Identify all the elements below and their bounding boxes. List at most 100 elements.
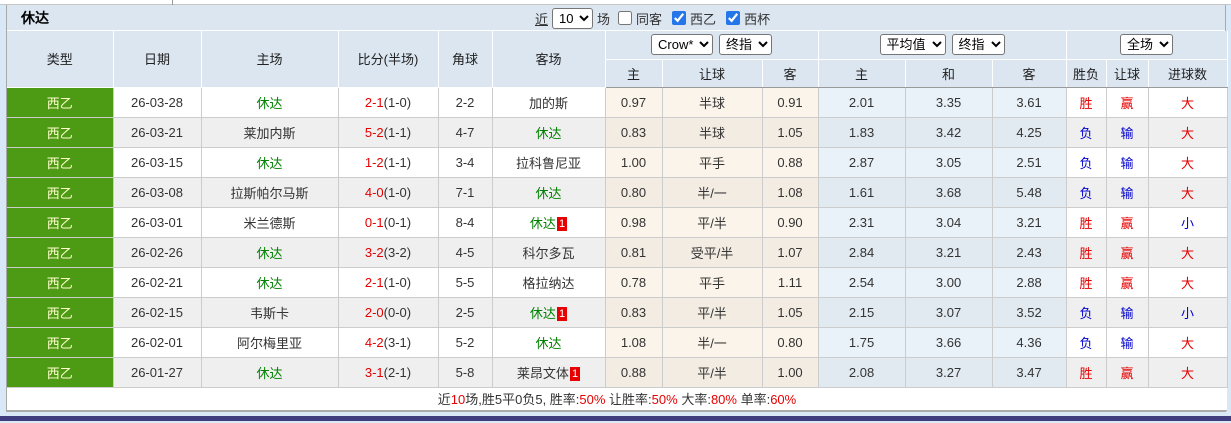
result-handicap: 输	[1106, 297, 1149, 328]
odds-source-row: 类型 日期 主场 比分(半场) 角球 客场 Crow* 终指 平均值 终指 全场	[7, 31, 1228, 88]
team-name[interactable]: 科尔多瓦	[522, 246, 574, 261]
home-team-cell[interactable]: 休达	[201, 267, 339, 298]
team-name[interactable]: 休达	[535, 186, 561, 201]
handicap-home-odds: 1.08	[605, 327, 663, 358]
handicap-line: 半球	[662, 87, 763, 118]
score-cell: 4-2(3-1)	[338, 327, 439, 358]
away-team-cell[interactable]: 休达	[492, 327, 606, 358]
away-team-cell[interactable]: 休达	[492, 177, 606, 208]
handicap-line: 平/半	[662, 297, 763, 328]
avg-home-odds: 2.31	[818, 207, 906, 238]
avg-home-odds: 2.84	[818, 237, 906, 268]
away-team-cell[interactable]: 休达 1	[492, 207, 606, 238]
fulltime-score: 4-2	[364, 334, 384, 350]
summary-stat-value: 10	[450, 392, 466, 407]
home-team-cell[interactable]: 休达	[201, 147, 339, 178]
date-cell: 26-02-21	[113, 267, 202, 298]
bookmaker-stage-select[interactable]: 终指	[719, 34, 773, 56]
score-cell: 4-0(1-0)	[338, 177, 439, 208]
matches-label: 场	[597, 11, 611, 27]
away-team-cell[interactable]: 休达	[492, 117, 606, 148]
summary-stat-value: 80%	[710, 392, 737, 407]
team-name[interactable]: 韦斯卡	[250, 306, 289, 321]
league-cell: 西乙	[7, 267, 114, 298]
summary-stat-label: 场,胜5平0负5, 胜率:	[465, 392, 580, 407]
team-name[interactable]: 休达	[256, 246, 282, 261]
col-header-let-line: 让球	[662, 59, 763, 88]
bottom-divider-bar	[0, 415, 1231, 421]
result-handicap: 赢	[1106, 87, 1149, 118]
team-name[interactable]: 莱昂文体	[517, 366, 569, 381]
home-team-cell[interactable]: 莱加内斯	[201, 117, 339, 148]
team-name[interactable]: 阿尔梅里亚	[237, 336, 302, 351]
home-team-cell[interactable]: 米兰德斯	[201, 207, 339, 238]
home-team-cell[interactable]: 韦斯卡	[201, 297, 339, 328]
result-goals: 小	[1148, 207, 1228, 238]
score-cell: 2-1(1-0)	[338, 267, 439, 298]
col-header-handicap-result: 让球	[1106, 59, 1149, 88]
avg-away-odds: 2.43	[992, 237, 1067, 268]
col-header-winloss: 胜负	[1066, 59, 1107, 88]
avg-draw-odds: 3.04	[905, 207, 993, 238]
team-name[interactable]: 格拉纳达	[522, 276, 574, 291]
team-name[interactable]: 米兰德斯	[243, 216, 295, 231]
result-winloss: 胜	[1066, 237, 1107, 268]
team-name[interactable]: 休达	[256, 156, 282, 171]
result-handicap: 赢	[1106, 357, 1149, 388]
team-name[interactable]: 休达	[535, 336, 561, 351]
team-name[interactable]: 莱加内斯	[243, 126, 295, 141]
corner-cell: 4-5	[438, 237, 493, 268]
handicap-line: 受平/半	[662, 237, 763, 268]
home-team-cell[interactable]: 阿尔梅里亚	[201, 327, 339, 358]
team-name[interactable]: 休达	[535, 126, 561, 141]
team-name[interactable]: 休达	[530, 216, 556, 231]
average-odds-select[interactable]: 平均值	[879, 34, 946, 56]
avg-home-odds: 2.54	[818, 267, 906, 298]
filter-checkbox-0[interactable]	[618, 11, 633, 25]
home-team-cell[interactable]: 休达	[201, 357, 339, 388]
home-team-cell[interactable]: 拉斯帕尔马斯	[201, 177, 339, 208]
summary-text: 近10场,胜5平0负5, 胜率:50% 让胜率:50% 大率:80% 单率:60…	[7, 387, 1228, 411]
bookmaker-select[interactable]: Crow*	[651, 34, 714, 56]
away-team-cell[interactable]: 加的斯	[492, 87, 606, 118]
team-name[interactable]: 休达	[256, 276, 282, 291]
recent-count-select[interactable]: 10	[552, 7, 594, 29]
team-name[interactable]: 休达	[530, 306, 556, 321]
result-winloss: 负	[1066, 177, 1107, 208]
away-team-cell[interactable]: 科尔多瓦	[492, 237, 606, 268]
fulltime-score: 3-2	[364, 244, 384, 260]
corner-cell: 2-2	[438, 87, 493, 118]
summary-stat-value: 60%	[770, 392, 797, 407]
team-name[interactable]: 加的斯	[529, 96, 568, 111]
away-team-cell[interactable]: 莱昂文体 1	[492, 357, 606, 388]
result-handicap: 赢	[1106, 207, 1149, 238]
away-team-cell[interactable]: 格拉纳达	[492, 267, 606, 298]
corner-cell: 3-4	[438, 147, 493, 178]
fulltime-score: 0-1	[364, 214, 384, 230]
recent-link[interactable]: 近	[535, 9, 548, 28]
col-header-score: 比分(半场)	[338, 31, 439, 88]
home-team-cell[interactable]: 休达	[201, 237, 339, 268]
team-name[interactable]: 拉科鲁尼亚	[516, 156, 581, 171]
date-cell: 26-02-15	[113, 297, 202, 328]
team-name[interactable]: 休达	[256, 96, 282, 111]
filter-checkbox-1[interactable]	[672, 11, 687, 25]
average-stage-select[interactable]: 终指	[951, 34, 1005, 56]
fulltime-score: 1-2	[364, 154, 384, 170]
result-goals: 大	[1148, 87, 1228, 118]
away-team-cell[interactable]: 拉科鲁尼亚	[492, 147, 606, 178]
match-scope-select[interactable]: 全场	[1120, 34, 1174, 56]
handicap-line: 半球	[662, 117, 763, 148]
team-name[interactable]: 拉斯帕尔马斯	[230, 186, 308, 201]
handicap-away-odds: 1.05	[762, 297, 819, 328]
col-header-corner: 角球	[438, 31, 493, 88]
away-team-cell[interactable]: 休达 1	[492, 297, 606, 328]
home-team-cell[interactable]: 休达	[201, 87, 339, 118]
match-row: 西乙 26-03-28 休达 2-1(1-0) 2-2 加的斯 0.97 半球 …	[7, 87, 1228, 118]
result-winloss: 胜	[1066, 267, 1107, 298]
team-name[interactable]: 休达	[256, 366, 282, 381]
corner-cell: 5-2	[438, 327, 493, 358]
handicap-line: 平/半	[662, 357, 763, 388]
filter-checkbox-2[interactable]	[726, 11, 741, 25]
match-filter-toolbar: 近 10 场 同客 西乙 西杯	[535, 5, 774, 31]
